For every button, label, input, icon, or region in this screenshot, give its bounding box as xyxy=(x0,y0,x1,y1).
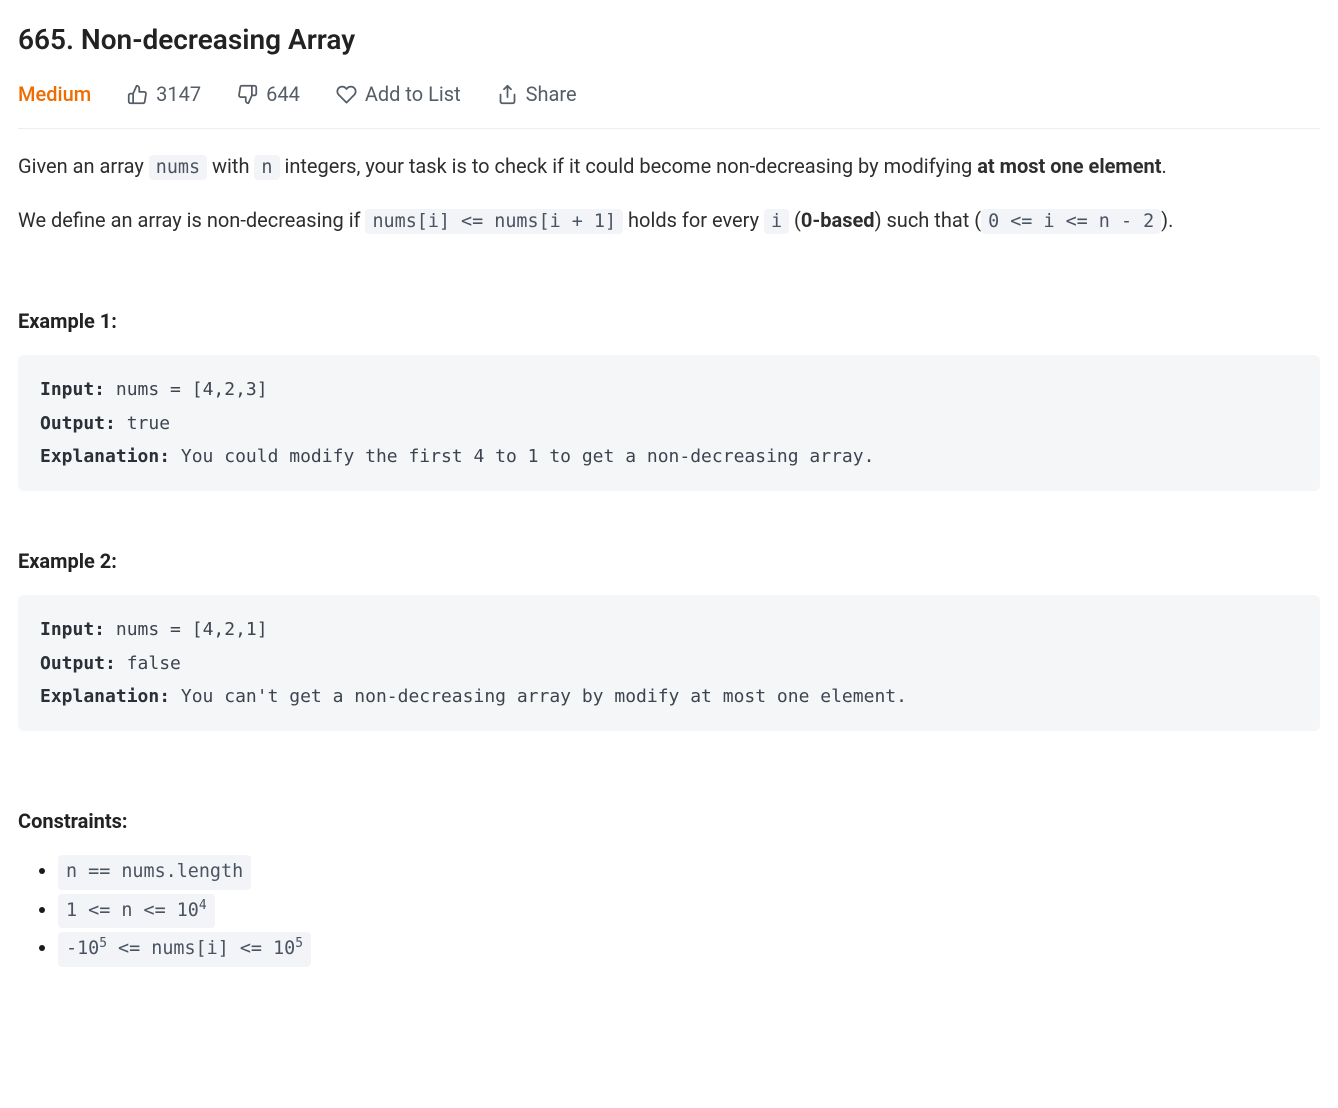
add-to-list-button[interactable]: Add to List xyxy=(336,79,461,110)
inline-code: nums xyxy=(149,155,207,180)
inline-code: nums[i] <= nums[i + 1] xyxy=(365,209,623,234)
constraint-item: 1 <= n <= 104 xyxy=(58,894,1320,929)
description-paragraph: Given an array nums with n integers, you… xyxy=(18,151,1320,183)
constraint-item: -105 <= nums[i] <= 105 xyxy=(58,932,1320,967)
dislike-button[interactable]: 644 xyxy=(237,79,300,110)
heart-icon xyxy=(336,84,357,105)
problem-title: 665. Non-decreasing Array xyxy=(18,18,1320,61)
constraint-item: n == nums.length xyxy=(58,855,1320,890)
share-label: Share xyxy=(526,79,577,110)
example-block: Input: nums = [4,2,3] Output: true Expla… xyxy=(18,355,1320,491)
description-paragraph: We define an array is non-decreasing if … xyxy=(18,205,1320,237)
like-count: 3147 xyxy=(156,79,201,110)
example-heading: Example 2: xyxy=(18,546,1320,577)
inline-code: i xyxy=(764,209,789,234)
constraints-heading: Constraints: xyxy=(18,806,1320,837)
meta-row: Medium 3147 644 Add to List Share xyxy=(18,79,1320,129)
thumbs-up-icon xyxy=(127,84,148,105)
problem-description: Given an array nums with n integers, you… xyxy=(18,151,1320,236)
dislike-count: 644 xyxy=(266,79,300,110)
thumbs-down-icon xyxy=(237,84,258,105)
example-block: Input: nums = [4,2,1] Output: false Expl… xyxy=(18,595,1320,731)
like-button[interactable]: 3147 xyxy=(127,79,201,110)
difficulty-label: Medium xyxy=(18,79,91,110)
add-to-list-label: Add to List xyxy=(365,79,461,110)
constraints-list: n == nums.length 1 <= n <= 104 -105 <= n… xyxy=(18,855,1320,967)
inline-code: 0 <= i <= n - 2 xyxy=(981,209,1161,234)
inline-code: n xyxy=(254,155,279,180)
example-heading: Example 1: xyxy=(18,306,1320,337)
share-button[interactable]: Share xyxy=(497,79,577,110)
share-icon xyxy=(497,84,518,105)
